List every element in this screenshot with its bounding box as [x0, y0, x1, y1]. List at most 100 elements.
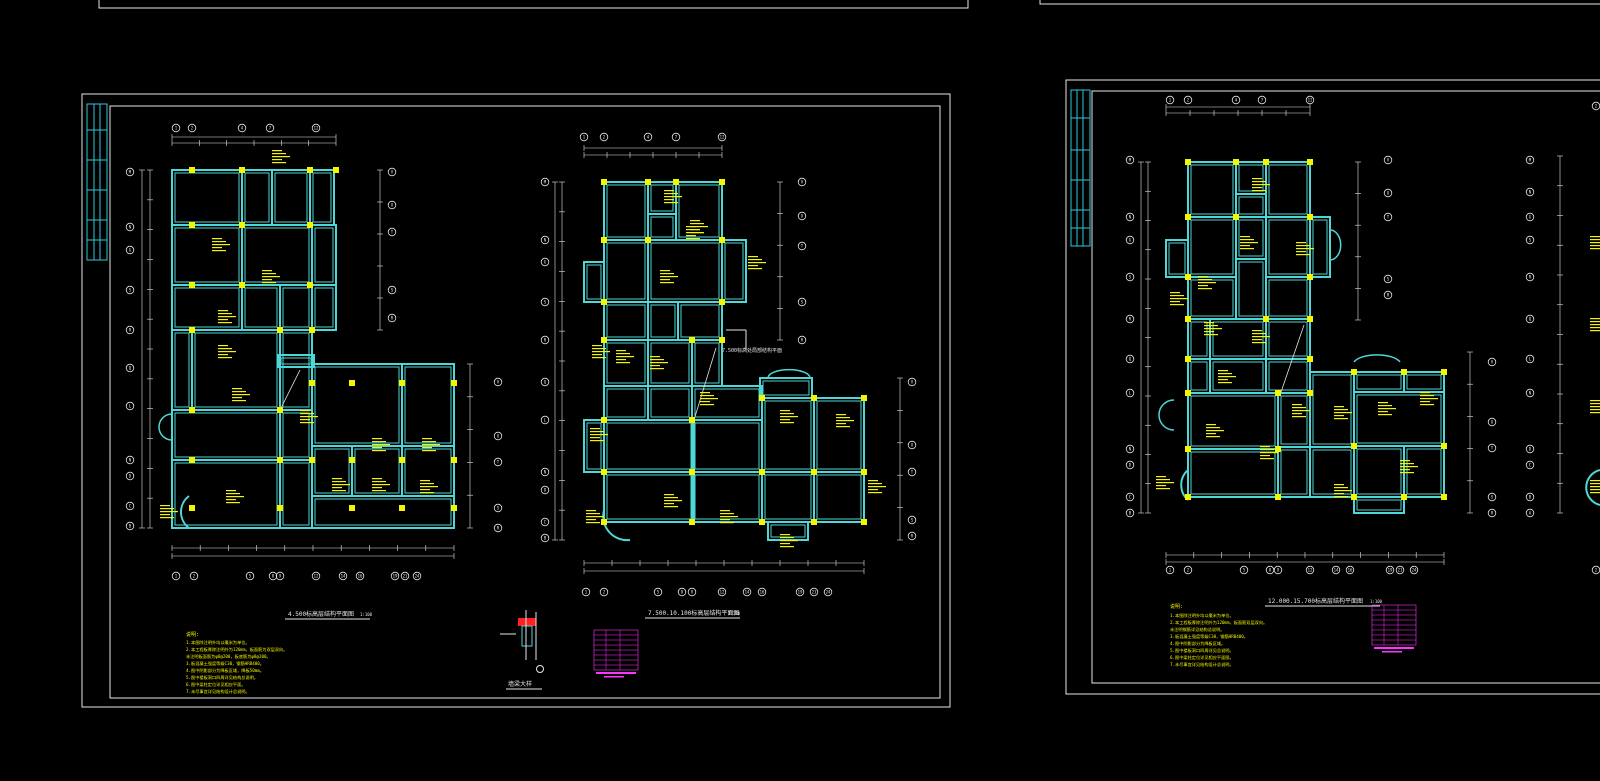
axis-label: M [544, 180, 547, 185]
wall-inner-line [694, 474, 760, 520]
wall-outline [241, 284, 281, 331]
rebar-annotation [332, 487, 342, 489]
rebar-annotation [1334, 406, 1344, 408]
rebar-annotation [1260, 452, 1278, 454]
axis-label: 9 [1277, 568, 1280, 573]
rebar-annotation [1590, 245, 1600, 247]
axis-label: N [129, 225, 132, 230]
sheet-2-note: 2.本工程板厚除注明外为120mm，板面筋双层双向。 [1170, 619, 1267, 626]
rebar-annotation [1252, 339, 1262, 341]
column [309, 380, 315, 386]
wall-outline [309, 169, 335, 226]
axis-label: N [544, 238, 547, 243]
rebar-annotation [1590, 409, 1600, 411]
rebar-annotation [422, 447, 432, 449]
rebar-annotation [590, 440, 604, 442]
rebar-annotation [232, 394, 250, 396]
rebar-annotation [1252, 184, 1270, 186]
axis-label: 1 [175, 126, 178, 131]
axis-label: S [129, 288, 132, 293]
wall-inner-line [314, 448, 350, 494]
bay-window-arc [180, 495, 190, 529]
schedule-table-note [604, 676, 624, 678]
wall-outline [1353, 445, 1405, 498]
rebar-annotation [300, 413, 314, 415]
wall-outline [691, 339, 723, 387]
rebar-annotation [720, 513, 734, 515]
axis-label: 16 [358, 574, 363, 579]
wall-inner-line [680, 304, 720, 338]
wall-outline [1277, 446, 1311, 498]
rebar-annotation [422, 450, 436, 452]
floor-plan-d-partial[interactable]: M N G S R Q L N D C B A 2 2 [1525, 101, 1600, 575]
rebar-annotation [226, 496, 244, 498]
wall-inner-line [244, 287, 278, 328]
column [1307, 390, 1313, 396]
wall-outline [603, 385, 649, 421]
column [1263, 316, 1269, 322]
axis-label: T [1387, 215, 1390, 220]
wall-inner-line [1190, 279, 1234, 317]
rebar-annotation [616, 356, 634, 358]
wall-inner-line [1238, 261, 1264, 317]
wall-outline [171, 169, 243, 226]
rebar-annotation [660, 276, 678, 278]
wall-inner-line [244, 227, 310, 283]
rebar-annotation [218, 319, 228, 321]
axis-label: 2 [603, 590, 606, 595]
column [307, 282, 313, 288]
rebar-annotation [586, 519, 596, 521]
sheet-2-titleblock [1070, 89, 1091, 247]
wall-inner-line [174, 332, 190, 408]
rebar-annotation [1206, 427, 1220, 429]
rebar-annotation [1252, 178, 1262, 180]
wall-inner-line [314, 227, 334, 283]
axis-label: R [1491, 511, 1494, 516]
wall-inner-line [764, 474, 812, 520]
sheet-2[interactable]: 1 2 4 7 121 2 5 8 9 12 14 16 19 21 24MNGSRQLNDCBVUTSRV… [1065, 79, 1600, 695]
column [811, 519, 817, 525]
axis-label: 12 [1308, 568, 1313, 573]
cad-drawing-canvas[interactable]: 1 2 4 7 121 2 5 8 9 12 14 16 19 21 24MNGSRQLNDCBVUTSRV… [0, 0, 1600, 781]
column [1275, 390, 1281, 396]
sheet-1-note: 6.图中梁柱定位详见相应平面。 [186, 681, 245, 688]
rebar-annotation [586, 522, 600, 524]
rebar-annotation [1292, 413, 1302, 415]
wall-outline [311, 284, 337, 331]
wall-outline [675, 181, 723, 241]
sheet-1-note: 5.图中楼板洞口四周详见结构总说明。 [186, 674, 258, 681]
sheet-1[interactable]: 1 2 4 7 121 2 5 8 9 12 14 16 19 21 24MNGSRQLNDCBVUTSRV… [81, 93, 951, 708]
rebar-annotation [1252, 333, 1266, 335]
rebar-annotation [664, 503, 674, 505]
column [1233, 214, 1239, 220]
floor-plan-c[interactable]: 1 2 4 7 121 2 5 8 9 12 14 16 19 21 24MNGSRQLNDCBVUTSRV… [1125, 95, 1497, 575]
sheet-1-note: 2.本工程板厚除注明外为120mm，板面筋为双层双向。 [186, 646, 287, 653]
wall-inner-line [1190, 395, 1276, 447]
column [811, 469, 817, 475]
axis-label: 4 [1235, 98, 1238, 103]
sheet-1-note: 4.图中阴影部分为降板区域，降板50mm。 [186, 667, 264, 674]
wall-outline [171, 284, 243, 331]
wall-inner-line [314, 287, 334, 328]
rebar-annotation [1590, 318, 1600, 320]
axis-label: G [129, 248, 132, 253]
axis-label: R [1387, 293, 1390, 298]
rebar-annotation [1198, 285, 1208, 287]
column [861, 519, 867, 525]
rebar-annotation [218, 310, 228, 312]
column [689, 469, 695, 475]
rebar-annotation [212, 244, 230, 246]
rebar-annotation [420, 492, 434, 494]
column [277, 327, 283, 333]
axis-label: M [129, 170, 132, 175]
axis-label: C [544, 520, 547, 525]
rebar-annotation [664, 494, 674, 496]
rebar-annotation [664, 506, 678, 508]
floor-plan-b[interactable]: 1 2 4 7 121 2 5 8 9 12 14 16 19 21 24MNGSRQLNDCBVUTSRV… [540, 132, 917, 597]
column [1185, 316, 1191, 322]
wall-outline [1265, 216, 1311, 278]
floor-plan-a[interactable]: 1 2 4 7 121 2 5 8 9 12 14 16 19 21 24MNGSRQLNDCBVUTSRV… [125, 123, 503, 581]
axis-label: B [544, 536, 547, 541]
wall-outline [311, 224, 337, 286]
rebar-annotation [1170, 292, 1180, 294]
